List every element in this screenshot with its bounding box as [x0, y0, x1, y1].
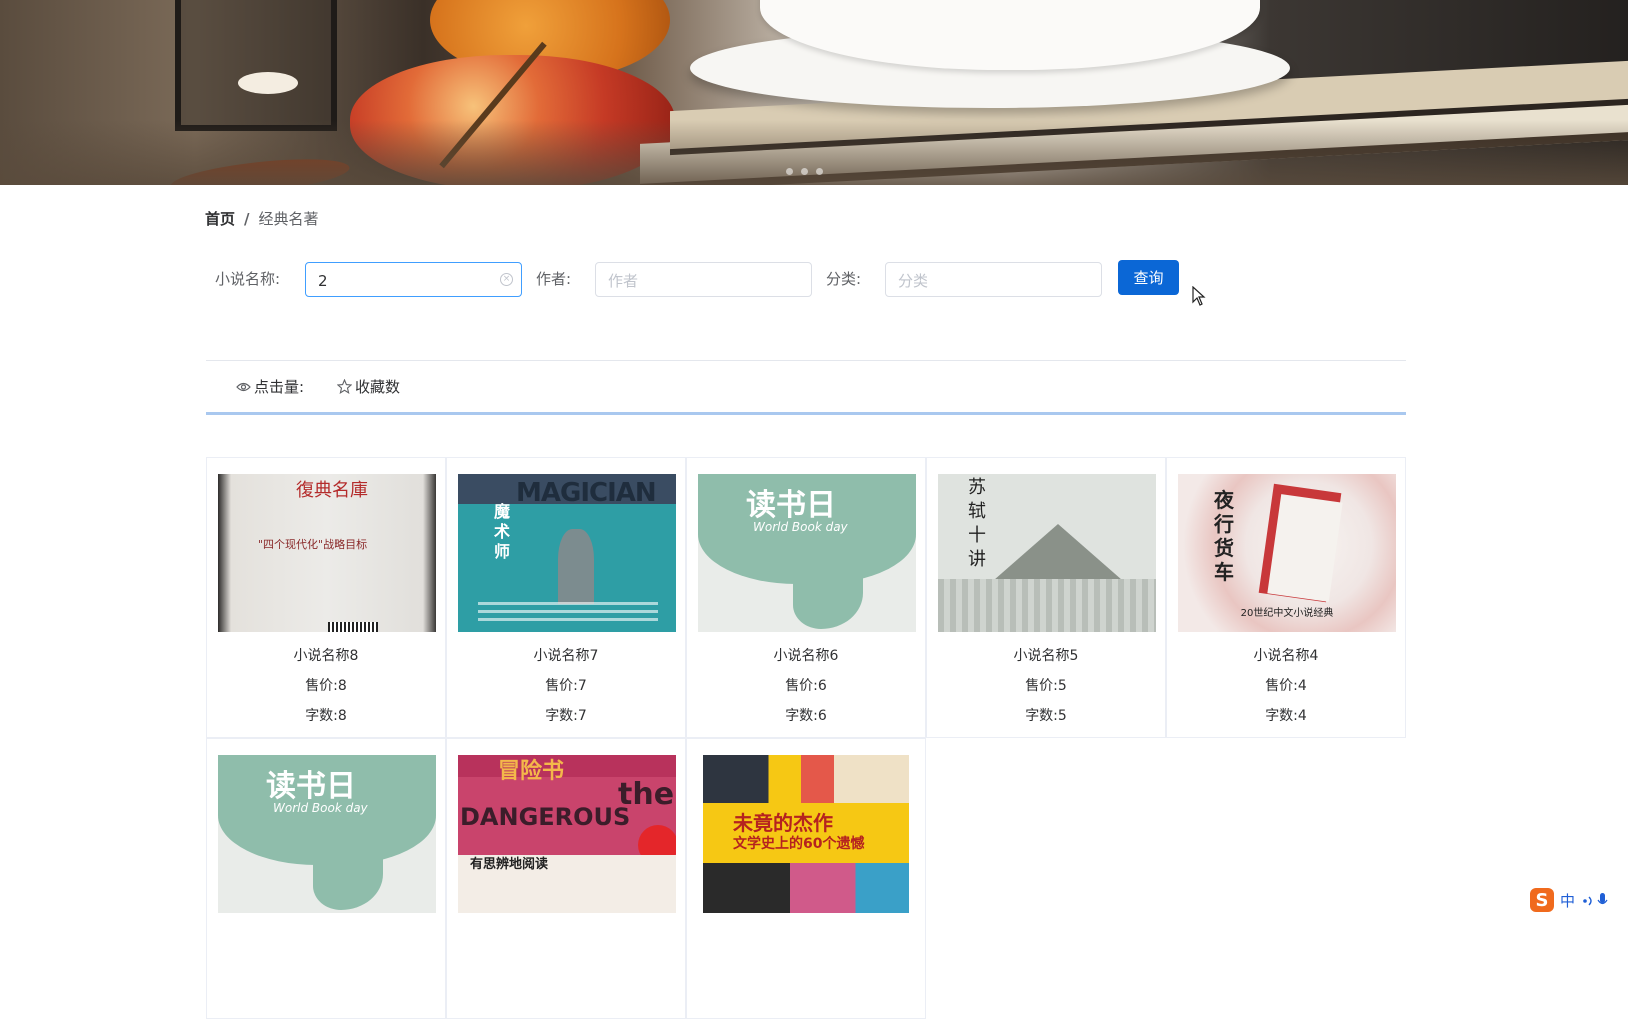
book-card[interactable]: 读书日 World Book day	[206, 738, 446, 1019]
barcode-icon	[328, 622, 378, 632]
cover-title: 读书日	[746, 488, 836, 523]
book-price: 售价:6	[785, 678, 827, 694]
breadcrumb-home[interactable]: 首页	[205, 208, 235, 229]
cover-title: 冒险书	[498, 759, 565, 784]
book-word-count: 字数:8	[305, 708, 347, 724]
breadcrumb: 首页 / 经典名著	[205, 208, 319, 229]
book-name[interactable]: 小说名称6	[687, 645, 925, 665]
cover-subtitle: "四个现代化"战略目标	[258, 538, 368, 551]
category-field[interactable]	[885, 262, 1102, 298]
book-cover[interactable]: MAGICIAN 魔术师	[458, 474, 676, 632]
book-cover[interactable]: 冒险书 the DANGEROUS 有思辨地阅读	[458, 755, 676, 913]
book-name[interactable]: 小说名称4	[1167, 645, 1405, 665]
category-label: 分类:	[826, 270, 862, 288]
book-cover[interactable]: 读书日 World Book day	[698, 474, 916, 632]
banner-shade	[0, 120, 1628, 185]
cover-subtitle: 文学史上的60个遗憾	[733, 836, 865, 852]
novel-name-field[interactable]: ×	[305, 262, 522, 298]
breadcrumb-current: 经典名著	[258, 210, 319, 228]
book-cover[interactable]: 復典名庫 "四个现代化"战略目标	[218, 474, 436, 632]
category-input[interactable]	[896, 263, 1070, 298]
mouse-cursor-icon	[1192, 286, 1206, 306]
hero-banner[interactable]	[0, 0, 1628, 185]
cover-subtitle: 20世纪中文小说经典	[1240, 608, 1334, 619]
book-price: 售价:8	[305, 678, 347, 694]
candle-decoration	[238, 72, 298, 94]
sort-favorites-label: 收藏数	[355, 378, 401, 396]
cover-title: 未竟的杰作	[733, 811, 833, 835]
sogou-logo-icon: S	[1530, 888, 1554, 912]
carousel-dot[interactable]	[816, 168, 823, 175]
sort-clicks-label: 点击量:	[254, 378, 305, 396]
book-cover[interactable]: 读书日 World Book day	[218, 755, 436, 913]
carousel-indicators	[786, 168, 823, 175]
cover-subtitle: 魔术师	[494, 502, 511, 561]
cover-caption: 有思辨地阅读	[470, 857, 549, 872]
cover-title: 苏轼十讲	[968, 477, 986, 570]
book-word-count: 字数:5	[1025, 708, 1067, 724]
breadcrumb-separator: /	[244, 209, 250, 228]
author-input[interactable]	[606, 263, 780, 298]
microphone-icon[interactable]	[1581, 892, 1611, 908]
book-cover[interactable]: 苏轼十讲	[938, 474, 1156, 632]
book-name[interactable]: 小说名称8	[207, 645, 445, 665]
book-cover[interactable]: 未竟的杰作 文学史上的60个遗憾	[703, 755, 909, 913]
author-label: 作者:	[536, 270, 572, 288]
book-card[interactable]: MAGICIAN 魔术师 小说名称7 售价:7 字数:7	[446, 457, 686, 738]
cover-title: MAGICIAN	[516, 478, 657, 508]
book-price: 售价:7	[545, 678, 587, 694]
book-name[interactable]: 小说名称7	[447, 645, 685, 665]
author-field[interactable]	[595, 262, 812, 298]
book-card[interactable]: 读书日 World Book day 小说名称6 售价:6 字数:6	[686, 457, 926, 738]
book-price: 售价:4	[1265, 678, 1307, 694]
ime-mode[interactable]: 中	[1560, 890, 1575, 911]
book-word-count: 字数:4	[1265, 708, 1307, 724]
lantern-decoration	[175, 0, 337, 131]
book-card[interactable]: 復典名庫 "四个现代化"战略目标 小说名称8 售价:8 字数:8	[206, 457, 446, 738]
book-price: 售价:5	[1025, 678, 1067, 694]
sort-bar: 点击量: 收藏数	[206, 360, 1406, 415]
ime-indicator[interactable]: S 中	[1530, 885, 1628, 915]
eye-icon	[236, 382, 251, 391]
book-card[interactable]: 未竟的杰作 文学史上的60个遗憾	[686, 738, 926, 1019]
cover-title: 復典名庫	[296, 480, 368, 501]
novel-name-label: 小说名称:	[215, 270, 281, 288]
cover-subtitle: DANGEROUS	[460, 803, 631, 831]
cover-title: 夜行货车	[1214, 488, 1234, 584]
sort-by-clicks[interactable]: 点击量:	[236, 376, 304, 397]
carousel-dot[interactable]	[801, 168, 808, 175]
cover-subtitle: World Book day	[273, 801, 368, 815]
book-name[interactable]: 小说名称5	[927, 645, 1165, 665]
novel-name-input[interactable]	[316, 263, 490, 298]
book-card[interactable]: 苏轼十讲 小说名称5 售价:5 字数:5	[926, 457, 1166, 738]
sort-by-favorites[interactable]: 收藏数	[337, 376, 400, 397]
book-card[interactable]: 冒险书 the DANGEROUS 有思辨地阅读	[446, 738, 686, 1019]
book-word-count: 字数:7	[545, 708, 587, 724]
book-word-count: 字数:6	[785, 708, 827, 724]
star-icon	[337, 379, 352, 394]
search-button[interactable]: 查询	[1118, 260, 1179, 295]
cover-subtitle: World Book day	[753, 520, 848, 534]
book-cover[interactable]: 夜行货车 20世纪中文小说经典	[1178, 474, 1396, 632]
carousel-dot[interactable]	[786, 168, 793, 175]
book-card[interactable]: 夜行货车 20世纪中文小说经典 小说名称4 售价:4 字数:4	[1166, 457, 1406, 738]
clear-icon[interactable]: ×	[500, 273, 513, 286]
cover-title: 读书日	[266, 769, 356, 804]
